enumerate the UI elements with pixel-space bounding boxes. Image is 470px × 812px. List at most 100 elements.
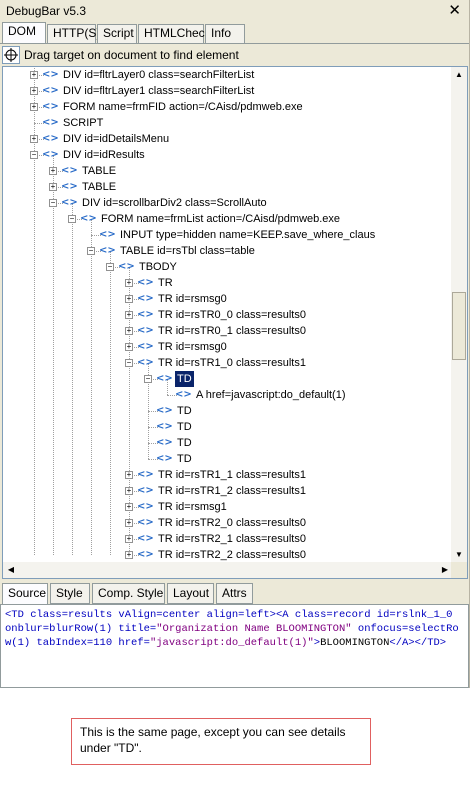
vertical-scroll-thumb[interactable] xyxy=(452,292,466,360)
tree-node-label[interactable]: TBODY xyxy=(137,259,179,275)
tree-node-label[interactable]: TR id=rsTR2_2 class=results0 xyxy=(156,547,308,563)
tree-node-tbody[interactable]: − <> TBODY xyxy=(3,259,453,275)
tree-node-div-id-idresults[interactable]: − <> DIV id=idResults xyxy=(3,147,453,163)
tab-script[interactable]: Script xyxy=(97,24,137,43)
tab-info[interactable]: Info xyxy=(205,24,245,43)
expand-plus-icon[interactable]: + xyxy=(30,135,38,143)
tree-node-table-id-rstbl-class-table[interactable]: − <> TABLE id=rsTbl class=table xyxy=(3,243,453,259)
close-icon[interactable]: ✕ xyxy=(448,1,461,19)
tab-layout[interactable]: Layout xyxy=(167,583,214,604)
tree-node-label-selected[interactable]: TD xyxy=(175,371,194,387)
tree-node-label[interactable]: TR id=rsTR2_0 class=results0 xyxy=(156,515,308,531)
expand-plus-icon[interactable]: + xyxy=(125,487,133,495)
tree-node-tr-id-rstr1-2-class-results1[interactable]: + <> TR id=rsTR1_2 class=results1 xyxy=(3,483,453,499)
tree-node-label[interactable]: TD xyxy=(175,403,194,419)
tree-node-label[interactable]: TR id=rsTR0_0 class=results0 xyxy=(156,307,308,323)
scroll-up-icon[interactable]: ▲ xyxy=(451,67,467,83)
tree-node-tr-id-rstr1-1-class-results1[interactable]: + <> TR id=rsTR1_1 class=results1 xyxy=(3,467,453,483)
tree-node-input-type-hidden-name-keep-save-where-claus[interactable]: <> INPUT type=hidden name=KEEP.save_where… xyxy=(3,227,453,243)
collapse-minus-icon[interactable]: − xyxy=(106,263,114,271)
expand-plus-icon[interactable]: + xyxy=(49,183,57,191)
tree-node-label[interactable]: DIV id=idDetailsMenu xyxy=(61,131,171,147)
tree-node-label[interactable]: FORM name=frmFID action=/CAisd/pdmweb.ex… xyxy=(61,99,305,115)
vertical-scrollbar[interactable]: ▲ ▼ xyxy=(451,67,467,563)
tree-node-label[interactable]: TABLE id=rsTbl class=table xyxy=(118,243,257,259)
expand-plus-icon[interactable]: + xyxy=(125,327,133,335)
tree-node-label[interactable]: TD xyxy=(175,419,194,435)
collapse-minus-icon[interactable]: − xyxy=(125,359,133,367)
tree-node-label[interactable]: DIV id=idResults xyxy=(61,147,147,163)
tree-node-table[interactable]: + <> TABLE xyxy=(3,163,453,179)
tree-node-tr-id-rstr2-2-class-results0[interactable]: + <> TR id=rsTR2_2 class=results0 xyxy=(3,547,453,563)
tree-node-label[interactable]: TR id=rsTR1_0 class=results1 xyxy=(156,355,308,371)
expand-plus-icon[interactable]: + xyxy=(125,471,133,479)
tree-node-table[interactable]: + <> TABLE xyxy=(3,179,453,195)
expand-plus-icon[interactable]: + xyxy=(49,167,57,175)
tree-node-label[interactable]: TR id=rsTR0_1 class=results0 xyxy=(156,323,308,339)
tree-node-td[interactable]: <> TD xyxy=(3,419,453,435)
tree-node-tr-id-rsmsg1[interactable]: + <> TR id=rsmsg1 xyxy=(3,499,453,515)
expand-plus-icon[interactable]: + xyxy=(125,503,133,511)
tree-node-div-id-iddetailsmenu[interactable]: + <> DIV id=idDetailsMenu xyxy=(3,131,453,147)
tab-source[interactable]: Source xyxy=(2,583,48,605)
tree-node-div-id-fltrlayer0-class-searchfilterlist[interactable]: + <> DIV id=fltrLayer0 class=searchFilterL… xyxy=(3,67,453,83)
tree-node-form-name-frmfid-action-caisd-pdmweb-exe[interactable]: + <> FORM name=frmFID action=/CAisd/pdmweb… xyxy=(3,99,453,115)
tree-node-label[interactable]: TD xyxy=(175,435,194,451)
collapse-minus-icon[interactable]: − xyxy=(87,247,95,255)
tree-node-label[interactable]: FORM name=frmList action=/CAisd/pdmweb.e… xyxy=(99,211,342,227)
crosshair-target-icon[interactable] xyxy=(2,46,20,64)
tree-node-tr-id-rsmsg0[interactable]: + <> TR id=rsmsg0 xyxy=(3,339,453,355)
tree-node-form-name-frmlist-action-caisd-pdmweb-exe[interactable]: − <> FORM name=frmList action=/CAisd/pdmwe… xyxy=(3,211,453,227)
tree-node-label[interactable]: SCRIPT xyxy=(61,115,105,131)
tab-attrs[interactable]: Attrs xyxy=(216,583,253,604)
tree-node-tr-id-rsmsg0[interactable]: + <> TR id=rsmsg0 xyxy=(3,291,453,307)
expand-plus-icon[interactable]: + xyxy=(125,551,133,559)
scroll-down-icon[interactable]: ▼ xyxy=(451,547,467,563)
expand-plus-icon[interactable]: + xyxy=(125,535,133,543)
expand-plus-icon[interactable]: + xyxy=(125,279,133,287)
tree-node-label[interactable]: TR id=rsmsg0 xyxy=(156,339,229,355)
collapse-minus-icon[interactable]: − xyxy=(68,215,76,223)
tree-node-label[interactable]: DIV id=fltrLayer0 class=searchFilterList xyxy=(61,67,256,83)
tree-node-tr[interactable]: + <> TR xyxy=(3,275,453,291)
expand-plus-icon[interactable]: + xyxy=(125,343,133,351)
tab-style[interactable]: Style xyxy=(50,583,90,604)
expand-plus-icon[interactable]: + xyxy=(125,519,133,527)
expand-plus-icon[interactable]: + xyxy=(30,87,38,95)
tab-dom[interactable]: DOM xyxy=(2,22,46,44)
expand-plus-icon[interactable]: + xyxy=(30,71,38,79)
expand-plus-icon[interactable]: + xyxy=(30,103,38,111)
tab-comp-style[interactable]: Comp. Style xyxy=(92,583,165,604)
tree-node-td[interactable]: <> TD xyxy=(3,435,453,451)
tree-node-tr-id-rstr1-0-class-results1[interactable]: − <> TR id=rsTR1_0 class=results1 xyxy=(3,355,453,371)
tree-node-tr-id-rstr0-1-class-results0[interactable]: + <> TR id=rsTR0_1 class=results0 xyxy=(3,323,453,339)
collapse-minus-icon[interactable]: − xyxy=(49,199,57,207)
expand-plus-icon[interactable]: + xyxy=(125,295,133,303)
tree-node-label[interactable]: TD xyxy=(175,451,194,467)
tree-node-tr-id-rstr2-1-class-results0[interactable]: + <> TR id=rsTR2_1 class=results0 xyxy=(3,531,453,547)
tree-node-label[interactable]: DIV id=fltrLayer1 class=searchFilterList xyxy=(61,83,256,99)
source-view[interactable]: <TD class=results vAlign=center align=le… xyxy=(0,605,469,688)
tree-node-label[interactable]: DIV id=scrollbarDiv2 class=ScrollAuto xyxy=(80,195,269,211)
collapse-minus-icon[interactable]: − xyxy=(30,151,38,159)
tree-node-td[interactable]: <> TD xyxy=(3,403,453,419)
tree-node-label[interactable]: TR id=rsTR2_1 class=results0 xyxy=(156,531,308,547)
tree-node-label[interactable]: TR id=rsmsg0 xyxy=(156,291,229,307)
tree-node-div-id-fltrlayer1-class-searchfilterlist[interactable]: + <> DIV id=fltrLayer1 class=searchFilterL… xyxy=(3,83,453,99)
tree-node-label[interactable]: TABLE xyxy=(80,163,118,179)
tree-node-td[interactable]: − <> TD xyxy=(3,371,453,387)
tree-node-label[interactable]: A href=javascript:do_default(1) xyxy=(194,387,348,403)
tree-node-div-id-scrollbardiv2-class-scrollauto[interactable]: − <> DIV id=scrollbarDiv2 class=ScrollAuto xyxy=(3,195,453,211)
horizontal-scrollbar[interactable]: ◀ ▶ xyxy=(3,562,453,578)
tree-node-label[interactable]: TR id=rsTR1_1 class=results1 xyxy=(156,467,308,483)
tree-node-td[interactable]: <> TD xyxy=(3,451,453,467)
tree-node-tr-id-rstr2-0-class-results0[interactable]: + <> TR id=rsTR2_0 class=results0 xyxy=(3,515,453,531)
tab-htmlcheck[interactable]: HTMLCheck xyxy=(138,24,211,43)
tree-node-a-href-javascript-do-default-1[interactable]: <> A href=javascript:do_default(1) xyxy=(3,387,453,403)
tree-node-script[interactable]: <> SCRIPT xyxy=(3,115,453,131)
tab-https[interactable]: HTTP(S) xyxy=(47,24,100,43)
tree-node-label[interactable]: TR id=rsmsg1 xyxy=(156,499,229,515)
scroll-left-icon[interactable]: ◀ xyxy=(3,562,19,578)
tree-node-label[interactable]: TR id=rsTR1_2 class=results1 xyxy=(156,483,308,499)
tree-node-label[interactable]: TR xyxy=(156,275,175,291)
